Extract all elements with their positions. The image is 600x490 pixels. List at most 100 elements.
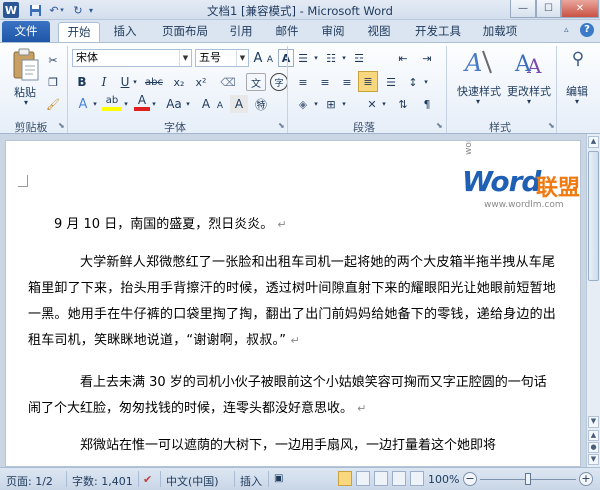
align-center-icon[interactable]: ≡ [316,73,334,91]
font-name-combo[interactable]: 宋体 ▼ [72,49,192,67]
paragraph-launcher-icon[interactable]: ⬊ [436,121,443,130]
grow-font-alt-button[interactable]: A [198,95,214,113]
underline-dropdown-icon[interactable]: ▾ [131,73,139,91]
word-count[interactable]: 字数: 1,401 [72,473,133,489]
print-layout-view-icon[interactable] [338,471,352,486]
sort-icon[interactable]: ⇅ [394,95,412,113]
chevron-down-icon[interactable]: ▾ [122,95,130,113]
minimize-button[interactable]: — [510,0,536,18]
borders-icon[interactable]: ⊞ [322,95,340,113]
change-styles-icon[interactable]: AA [513,47,545,78]
scroll-thumb[interactable] [588,151,599,281]
chevron-down-icon[interactable]: ▼ [236,50,248,66]
font-size-combo[interactable]: 五号 ▼ [195,49,249,67]
tab-insert[interactable]: 插入 [106,22,144,42]
help-icon[interactable]: ? [580,23,594,37]
clipboard-launcher-icon[interactable]: ⬊ [58,121,65,130]
enclose-alt-icon[interactable]: ㊕ [252,95,270,113]
chevron-down-icon[interactable]: ▾ [91,95,99,113]
next-page-icon[interactable]: ▼ [588,454,599,465]
scroll-down-icon[interactable]: ▼ [588,416,599,428]
paste-dropdown-icon[interactable]: ▾ [16,98,36,107]
multilevel-list-icon[interactable]: ☲ [350,49,368,67]
shrink-font-alt-button[interactable]: A [214,97,226,115]
zoom-in-icon[interactable]: + [579,472,593,486]
chevron-down-icon[interactable]: ▾ [340,49,348,67]
web-layout-view-icon[interactable] [374,471,388,486]
change-case-button[interactable]: Aa [163,95,185,113]
strikethrough-button[interactable]: abc [142,73,166,91]
macro-record-icon[interactable]: ▣ [274,473,283,484]
tab-review[interactable]: 审阅 [314,22,352,42]
outline-view-icon[interactable] [392,471,406,486]
justify-icon[interactable]: ≣ [358,71,378,92]
quick-styles-icon[interactable]: A [461,47,493,77]
align-right-icon[interactable]: ≡ [338,73,356,91]
underline-button[interactable]: U [118,73,132,91]
chevron-down-icon[interactable]: ▾ [312,49,320,67]
font-launcher-icon[interactable]: ⬊ [278,121,285,130]
chevron-down-icon[interactable]: ▾ [470,97,486,106]
scroll-up-icon[interactable]: ▲ [588,136,599,148]
tab-view[interactable]: 视图 [360,22,398,42]
chevron-down-icon[interactable]: ▾ [521,97,537,106]
char-border-button[interactable]: A [278,49,294,67]
select-browse-object-icon[interactable]: ● [588,442,599,453]
language-indicator[interactable]: 中文(中国) [166,473,219,489]
clear-formatting-icon[interactable]: ⌫ [218,73,238,91]
text-effects-button[interactable]: A [74,95,92,113]
align-left-icon[interactable]: ≡ [294,73,312,91]
chevron-down-icon[interactable]: ▾ [422,73,430,91]
show-marks-icon[interactable]: ¶ [418,95,436,113]
tab-references[interactable]: 引用 [222,22,260,42]
binoculars-icon[interactable]: ⚲ [566,49,590,73]
insert-mode-indicator[interactable]: 插入 [240,473,262,489]
previous-page-icon[interactable]: ▲ [588,430,599,441]
bold-button[interactable]: B [74,73,90,91]
tab-page-layout[interactable]: 页面布局 [153,22,217,42]
chevron-down-icon[interactable]: ▾ [380,95,388,113]
superscript-button[interactable]: x² [192,73,210,91]
draft-view-icon[interactable] [410,471,424,486]
shrink-font-button[interactable]: A [264,51,276,69]
zoom-level[interactable]: 100% [428,473,459,486]
numbering-icon[interactable]: ☷ [322,49,340,67]
line-spacing-icon[interactable]: ↕ [404,73,422,91]
distribute-icon[interactable]: ☰ [382,73,400,91]
ribbon-minimize-icon[interactable]: ▵ [564,25,569,35]
chevron-down-icon[interactable]: ▾ [184,95,192,113]
tab-add-ins[interactable]: 加载项 [474,22,526,42]
chevron-down-icon[interactable]: ▾ [312,95,320,113]
chevron-down-icon[interactable]: ▼ [179,50,191,66]
close-button[interactable]: ✕ [561,0,599,18]
tab-developer[interactable]: 开发工具 [406,22,470,42]
proofing-icon[interactable]: ✔ [143,473,152,486]
page-indicator[interactable]: 页面: 1/2 [6,473,53,489]
highlight-button[interactable]: ab [102,93,122,111]
vertical-scrollbar[interactable]: ▲ ▼ ▲ ● ▼ [586,134,600,467]
shading-icon[interactable]: ◈ [294,95,312,113]
chinese-layout-icon[interactable]: ✕ [362,95,382,113]
chevron-down-icon[interactable]: ▾ [569,97,585,106]
subscript-button[interactable]: x₂ [170,73,188,91]
bullets-icon[interactable]: ☰ [294,49,312,67]
full-screen-view-icon[interactable] [356,471,370,486]
font-color-button[interactable]: A [134,93,150,111]
tab-file[interactable]: 文件 [2,21,50,42]
phonetic-guide-button[interactable]: 文 [246,73,266,91]
zoom-out-icon[interactable]: − [463,472,477,486]
grow-font-button[interactable]: A [251,49,265,67]
chevron-down-icon[interactable]: ▾ [150,95,158,113]
zoom-slider-thumb[interactable] [525,473,531,485]
italic-button[interactable]: I [96,73,112,91]
tab-mailings[interactable]: 邮件 [268,22,306,42]
copy-icon[interactable]: ❐ [44,73,62,91]
tab-home[interactable]: 开始 [58,22,100,43]
chevron-down-icon[interactable]: ▾ [340,95,348,113]
cut-icon[interactable]: ✂ [44,51,62,69]
enclose-characters-button[interactable]: 字 [270,73,288,91]
paste-icon[interactable] [10,48,40,82]
decrease-indent-icon[interactable]: ⇤ [394,49,412,67]
maximize-button[interactable]: ☐ [536,0,561,18]
increase-indent-icon[interactable]: ⇥ [418,49,436,67]
